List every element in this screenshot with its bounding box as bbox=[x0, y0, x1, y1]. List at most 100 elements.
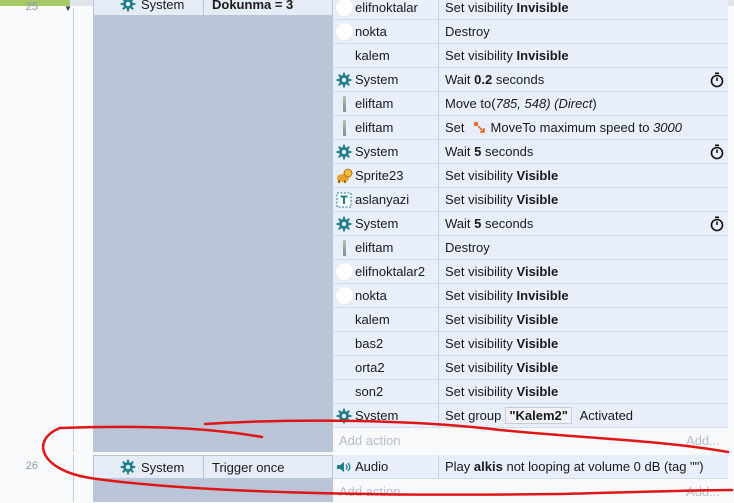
action-description: Set group "Kalem2" Activated bbox=[439, 407, 728, 424]
action-object-name: System bbox=[355, 408, 399, 423]
action-arg: 0.2 bbox=[470, 72, 493, 87]
action-arg: Invisible bbox=[512, 288, 569, 303]
action-row[interactable]: elifnoktalar2 Set visibility Visible bbox=[333, 260, 728, 284]
action-row[interactable]: kalem Set visibility Visible bbox=[333, 308, 728, 332]
action-object-name: son2 bbox=[355, 384, 384, 399]
action-description: Destroy bbox=[439, 240, 728, 255]
action-verb: Set visibility bbox=[445, 264, 513, 279]
action-verb: Set visibility bbox=[445, 288, 513, 303]
action-description: Set MoveTo maximum speed to 3000 bbox=[439, 120, 728, 135]
action-row[interactable]: elifnoktalar Set visibility Invisible bbox=[333, 0, 728, 20]
pen-icon bbox=[333, 93, 355, 115]
condition-text: Dokunma = 3 bbox=[212, 0, 294, 12]
gear-icon bbox=[120, 0, 136, 12]
action-object: nokta bbox=[333, 284, 439, 307]
line-number: 25 bbox=[25, 1, 38, 13]
action-row[interactable]: eliftam Set MoveTo maximum speed to 3000 bbox=[333, 116, 728, 140]
action-object-name: nokta bbox=[355, 288, 387, 303]
action-verb: Set visibility bbox=[445, 384, 513, 399]
action-row[interactable]: Audio Play alkis not looping at volume 0… bbox=[333, 455, 728, 479]
action-row[interactable]: son2 Set visibility Visible bbox=[333, 380, 728, 404]
action-object: eliftam bbox=[333, 236, 439, 259]
action-arg: "Kalem2" bbox=[505, 407, 572, 424]
action-description: Set visibility Visible bbox=[439, 360, 728, 375]
action-verb: Set visibility bbox=[445, 312, 513, 327]
add-more-link[interactable]: Add... bbox=[686, 433, 720, 448]
event-block[interactable] bbox=[93, 0, 333, 452]
action-object: System bbox=[333, 140, 439, 163]
action-object: System bbox=[333, 212, 439, 235]
circle-icon bbox=[333, 0, 355, 19]
action-row[interactable]: orta2 Set visibility Visible bbox=[333, 356, 728, 380]
action-row[interactable]: System Wait 5 seconds bbox=[333, 140, 728, 164]
action-description: Set visibility Visible bbox=[439, 168, 728, 183]
circle-icon bbox=[333, 285, 355, 307]
action-row[interactable]: System Wait 5 seconds bbox=[333, 212, 728, 236]
action-object: elifnoktalar bbox=[333, 0, 439, 19]
action-description: Set visibility Visible bbox=[439, 192, 728, 207]
gear-icon bbox=[333, 213, 355, 235]
condition-object-name: System bbox=[141, 459, 185, 475]
action-row[interactable]: Sprite23 Set visibility Visible bbox=[333, 164, 728, 188]
add-action-link[interactable]: Add action bbox=[339, 433, 400, 448]
action-object-name: System bbox=[355, 72, 399, 87]
condition-text: Trigger once bbox=[212, 459, 285, 475]
action-arg: Visible bbox=[512, 264, 559, 279]
action-object-name: aslanyazi bbox=[355, 192, 410, 207]
action-object: orta2 bbox=[333, 356, 439, 379]
gutter-line bbox=[73, 8, 74, 452]
action-row[interactable]: eliftam Move to (785, 548) (Direct) bbox=[333, 92, 728, 116]
action-arg: Invisible bbox=[512, 48, 569, 63]
action-object-name: elifnoktalar2 bbox=[355, 264, 426, 279]
action-object: System bbox=[333, 68, 439, 91]
action-object: kalem bbox=[333, 308, 439, 331]
gutter-line bbox=[73, 455, 74, 502]
action-arg: Visible bbox=[512, 384, 559, 399]
action-object: bas2 bbox=[333, 332, 439, 355]
add-action-link[interactable]: Add action bbox=[339, 484, 400, 499]
event-condition[interactable]: System Trigger once bbox=[93, 455, 333, 479]
action-verb: Set visibility bbox=[445, 0, 513, 15]
action-row[interactable]: System Wait 0.2 seconds bbox=[333, 68, 728, 92]
sprite-icon bbox=[333, 165, 355, 187]
add-more-link[interactable]: Add... bbox=[686, 484, 720, 499]
action-verb: Set visibility bbox=[445, 48, 513, 63]
action-row[interactable]: nokta Destroy bbox=[333, 20, 728, 44]
add-action-row[interactable]: Add action Add... bbox=[333, 479, 728, 503]
action-description: Wait 5 seconds bbox=[439, 144, 706, 159]
condition-object: System bbox=[94, 0, 204, 15]
action-description: Set visibility Visible bbox=[439, 264, 728, 279]
action-verb: Set visibility bbox=[445, 360, 513, 375]
action-verb: Wait bbox=[445, 216, 471, 231]
blank-icon bbox=[333, 45, 355, 67]
blank-icon bbox=[333, 333, 355, 355]
blank-icon bbox=[333, 309, 355, 331]
action-object-name: bas2 bbox=[355, 336, 384, 351]
action-row[interactable]: bas2 Set visibility Visible bbox=[333, 332, 728, 356]
action-row[interactable]: nokta Set visibility Invisible bbox=[333, 284, 728, 308]
action-row[interactable]: eliftam Destroy bbox=[333, 236, 728, 260]
collapse-icon[interactable]: ▼ bbox=[64, 4, 72, 13]
action-description: Set visibility Visible bbox=[439, 384, 728, 399]
line-number: 26 bbox=[25, 460, 38, 472]
action-description: Set visibility Invisible bbox=[439, 48, 728, 63]
action-object: eliftam bbox=[333, 92, 439, 115]
action-object-name: elifnoktalar bbox=[355, 0, 418, 15]
gear-icon bbox=[120, 459, 136, 475]
action-description: Wait 0.2 seconds bbox=[439, 72, 706, 87]
action-verb: Set bbox=[445, 120, 465, 135]
action-row[interactable]: aslanyazi Set visibility Visible bbox=[333, 188, 728, 212]
action-row[interactable]: kalem Set visibility Invisible bbox=[333, 44, 728, 68]
action-object-name: Audio bbox=[355, 459, 389, 474]
action-description: Set visibility Invisible bbox=[439, 0, 728, 15]
action-object-name: kalem bbox=[355, 312, 390, 327]
timer-icon bbox=[706, 144, 728, 160]
condition-object: System bbox=[94, 456, 204, 478]
action-arg: Invisible bbox=[512, 0, 569, 15]
event-condition[interactable]: System Dokunma = 3 bbox=[93, 0, 333, 16]
action-description: Set visibility Visible bbox=[439, 336, 728, 351]
add-action-row[interactable]: Add action Add... bbox=[333, 428, 728, 452]
action-row[interactable]: System Set group "Kalem2" Activated bbox=[333, 404, 728, 428]
action-arg: Visible bbox=[512, 336, 559, 351]
action-verb: Set group bbox=[445, 408, 502, 423]
